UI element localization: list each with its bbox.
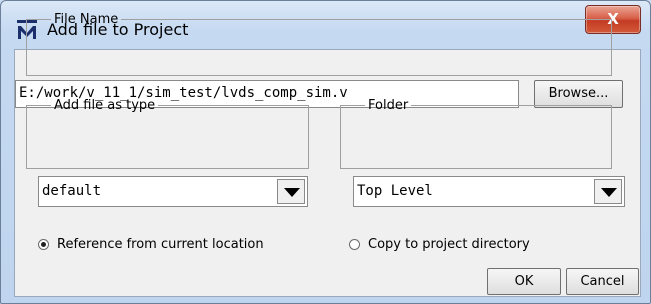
reference-location-label: Reference from current location — [57, 237, 264, 252]
file-name-group: File Name — [26, 12, 612, 76]
ok-button[interactable]: OK — [487, 268, 561, 295]
add-file-dialog: Add file to Project X File Name E:/work/… — [0, 0, 651, 304]
file-name-group-label: File Name — [54, 12, 119, 27]
folder-selected-value: Top Level — [357, 183, 433, 199]
radio-indicator — [349, 239, 360, 250]
folder-select[interactable]: Top Level — [353, 176, 625, 207]
copy-to-project-label: Copy to project directory — [368, 237, 530, 252]
file-type-group: Add file as type — [26, 98, 309, 169]
file-type-dropdown-button[interactable] — [277, 179, 305, 204]
file-type-group-label: Add file as type — [54, 98, 156, 113]
folder-group: Folder — [340, 98, 612, 169]
chevron-down-icon — [601, 188, 617, 197]
radio-indicator — [38, 239, 49, 250]
file-type-select[interactable]: default — [38, 176, 308, 207]
folder-group-label: Folder — [368, 98, 409, 113]
cancel-button[interactable]: Cancel — [566, 268, 639, 295]
file-type-selected-value: default — [42, 183, 102, 199]
chevron-down-icon — [284, 188, 300, 197]
folder-dropdown-button[interactable] — [594, 179, 622, 204]
